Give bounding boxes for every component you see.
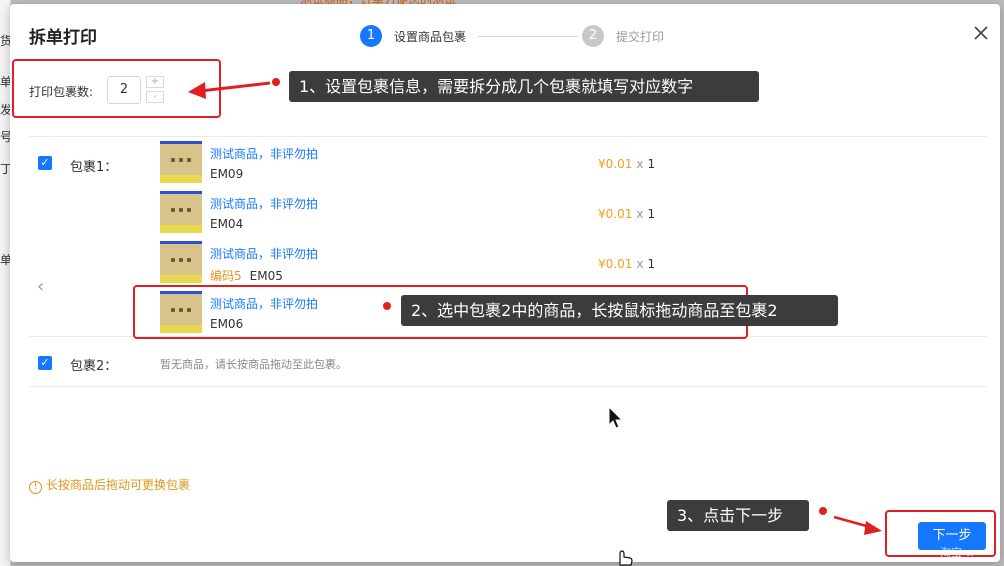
mouse-pointer-icon [608, 406, 624, 429]
annotation-callout-3: 3、点击下一步 [667, 500, 809, 531]
annotation-dot [383, 302, 391, 310]
annotation-callout-1: 1、设置包裹信息，需要拆分成几个包裹就填写对应数字 [289, 71, 759, 102]
hand-cursor-icon [619, 550, 633, 566]
watermark: 淘宝 w [940, 546, 975, 559]
annotation-dot [819, 507, 827, 515]
annotation-dot [272, 78, 280, 86]
annotation-callout-2: 2、选中包裹2中的商品，长按鼠标拖动商品至包裹2 [401, 295, 838, 326]
